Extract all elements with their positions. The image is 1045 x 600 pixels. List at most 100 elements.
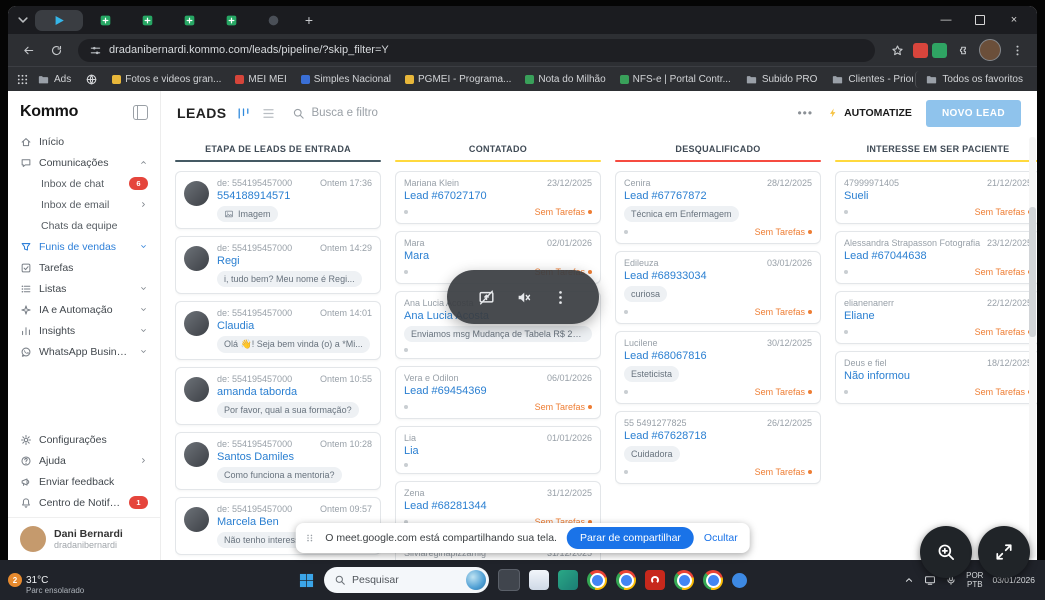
- sidebar-item-ajuda[interactable]: Ajuda: [8, 450, 160, 471]
- lead-card[interactable]: 55 549127782526/12/2025Lead #67628718Cui…: [615, 411, 821, 484]
- taskbar-app-icon[interactable]: [674, 570, 694, 590]
- bookmark-item[interactable]: MEI MEI: [229, 72, 292, 87]
- bookmark-item[interactable]: Clientes - Prioridad...: [825, 71, 913, 88]
- sidebar-item-inicio[interactable]: Início: [8, 131, 160, 152]
- kommo-logo[interactable]: Kommo: [20, 103, 78, 121]
- lead-card[interactable]: Edileuza03/01/2026Lead #68933034curiosaS…: [615, 251, 821, 324]
- lead-card[interactable]: Deus e fiel18/12/2025Não informouSem Tar…: [835, 351, 1037, 404]
- close-button[interactable]: ×: [997, 6, 1031, 34]
- browser-profile-avatar[interactable]: [979, 39, 1001, 61]
- status-dot: [624, 470, 628, 474]
- taskbar-app-icon[interactable]: [558, 570, 578, 590]
- extension-icon-green[interactable]: [932, 43, 947, 58]
- taskbar-app-icon[interactable]: [616, 570, 636, 590]
- bookmark-star-icon[interactable]: [885, 38, 909, 62]
- lead-card[interactable]: de: 554195457000Ontem 10:55amanda tabord…: [175, 367, 381, 425]
- browser-menu-icon[interactable]: [1005, 38, 1029, 62]
- sidebar-item-inbox-de-email[interactable]: Inbox de email: [8, 194, 160, 215]
- sidebar-item-tarefas[interactable]: Tarefas: [8, 257, 160, 278]
- sidebar-item-ia-e-automacao[interactable]: IA e Automação: [8, 299, 160, 320]
- browser-tab[interactable]: [169, 10, 209, 31]
- lead-card[interactable]: elianenanerr22/12/2025ElianeSem Tarefas: [835, 291, 1037, 344]
- weather-widget[interactable]: 2 31°C Parc ensolarado: [8, 575, 84, 595]
- language-indicator[interactable]: POR PTB: [966, 571, 983, 589]
- reload-icon[interactable]: [44, 38, 68, 62]
- collapse-sidebar-icon[interactable]: [133, 105, 148, 120]
- hide-share-bar-link[interactable]: Ocultar: [704, 532, 738, 544]
- drag-handle-icon[interactable]: [303, 532, 315, 544]
- bookmark-item[interactable]: NFS-e | Portal Contr...: [614, 72, 737, 87]
- bookmark-item[interactable]: PGMEI - Programa...: [399, 72, 517, 87]
- sidebar-item-listas[interactable]: Listas: [8, 278, 160, 299]
- taskbar-app-icon[interactable]: [732, 573, 747, 588]
- sidebar-item-chats-da-equipe[interactable]: Chats da equipe: [8, 215, 160, 236]
- lead-card[interactable]: 4799997140521/12/2025SueliSem Tarefas: [835, 171, 1037, 224]
- bookmark-item[interactable]: Simples Nacional: [295, 72, 397, 87]
- lead-card[interactable]: Cenira28/12/2025Lead #67767872Técnica em…: [615, 171, 821, 244]
- taskbar-search[interactable]: Pesquisar: [324, 567, 489, 593]
- lead-card[interactable]: Lia01/01/2026Lia: [395, 426, 601, 474]
- browser-tab[interactable]: [253, 10, 293, 31]
- list-view-icon[interactable]: [261, 106, 276, 121]
- active-tab[interactable]: [35, 10, 83, 31]
- sidebar-item-centro-de-notificacao[interactable]: Centro de Notificação1: [8, 492, 160, 513]
- kanban-view-icon[interactable]: [236, 106, 251, 121]
- start-button[interactable]: [298, 572, 315, 589]
- sidebar-item-inbox-de-chat[interactable]: Inbox de chat6: [8, 173, 160, 194]
- sidebar-item-funis-de-vendas[interactable]: Funis de vendas: [8, 236, 160, 257]
- zoom-in-button[interactable]: [920, 526, 972, 578]
- browser-tab[interactable]: [85, 10, 125, 31]
- bookmark-item[interactable]: Subido PRO: [739, 71, 824, 88]
- sidebar-item-comunicacoes[interactable]: Comunicações: [8, 152, 160, 173]
- extension-icon-red[interactable]: [913, 43, 928, 58]
- lead-card[interactable]: de: 554195457000Ontem 14:01ClaudiaOlá 👋!…: [175, 301, 381, 360]
- bookmark-item[interactable]: Fotos e videos gran...: [106, 72, 227, 87]
- lead-card[interactable]: Vera e Odilon06/01/2026Lead #69454369Sem…: [395, 366, 601, 419]
- new-tab-button[interactable]: +: [298, 9, 320, 31]
- site-info-icon[interactable]: [89, 44, 102, 57]
- maximize-button[interactable]: [963, 6, 997, 34]
- sidebar-item-insights[interactable]: Insights: [8, 320, 160, 341]
- sidebar-item-enviar-feedback[interactable]: Enviar feedback: [8, 471, 160, 492]
- taskbar-app-icon[interactable]: [587, 570, 607, 590]
- taskbar-app-icon[interactable]: [529, 570, 549, 590]
- tray-expand-icon[interactable]: [903, 574, 915, 586]
- all-favorites-button[interactable]: Todos os favoritos: [915, 71, 1029, 88]
- muted-audio-icon[interactable]: [515, 289, 532, 306]
- meet-more-options-icon[interactable]: [552, 289, 569, 306]
- browser-tab[interactable]: [211, 10, 251, 31]
- chevron-down-icon: [139, 347, 148, 356]
- extensions-puzzle-icon[interactable]: [951, 38, 975, 62]
- lead-card[interactable]: Lucilene30/12/2025Lead #68067816Estetici…: [615, 331, 821, 404]
- new-lead-button[interactable]: NOVO LEAD: [926, 100, 1021, 127]
- taskbar-app-icon[interactable]: [498, 569, 520, 591]
- sidebar-item-whatsapp-business[interactable]: WhatsApp Business: [8, 341, 160, 362]
- scrollbar-thumb[interactable]: [1029, 207, 1036, 337]
- presenting-stop-icon[interactable]: [478, 289, 495, 306]
- fullscreen-button[interactable]: [978, 526, 1030, 578]
- more-options-button[interactable]: •••: [797, 106, 813, 120]
- minimize-button[interactable]: —: [929, 6, 963, 34]
- lead-card[interactable]: de: 554195457000Ontem 17:36554188914571I…: [175, 171, 381, 229]
- bookmark-item[interactable]: Ads: [31, 71, 77, 88]
- address-bar[interactable]: dradanibernardi.kommo.com/leads/pipeline…: [78, 39, 875, 62]
- back-icon[interactable]: [16, 38, 40, 62]
- lead-card[interactable]: de: 554195457000Ontem 10:28Santos Damile…: [175, 432, 381, 490]
- automatize-button[interactable]: AUTOMATIZE: [827, 107, 912, 119]
- taskbar-app-icon[interactable]: [645, 570, 665, 590]
- vertical-scrollbar[interactable]: [1029, 137, 1036, 558]
- search-input[interactable]: Busca e filtro: [292, 107, 377, 120]
- sidebar-item-configuracoes[interactable]: Configurações: [8, 429, 160, 450]
- bookmark-item[interactable]: Nota do Milhão: [519, 72, 611, 87]
- user-profile[interactable]: Dani Bernardi dradanibernardi: [8, 517, 160, 560]
- lead-card[interactable]: de: 554195457000Ontem 14:29Regii, tudo b…: [175, 236, 381, 294]
- bookmark-item[interactable]: [79, 71, 104, 88]
- taskbar-app-icon[interactable]: [703, 570, 723, 590]
- apps-grid-icon[interactable]: [16, 73, 29, 86]
- tab-search-icon[interactable]: [14, 11, 32, 29]
- screen-share-tray-icon[interactable]: [924, 574, 936, 586]
- stop-sharing-button[interactable]: Parar de compartilhar: [567, 527, 694, 549]
- lead-card[interactable]: Mariana Klein23/12/2025Lead #67027170Sem…: [395, 171, 601, 224]
- browser-tab[interactable]: [127, 10, 167, 31]
- lead-card[interactable]: Alessandra Strapasson Fotografia23/12/20…: [835, 231, 1037, 284]
